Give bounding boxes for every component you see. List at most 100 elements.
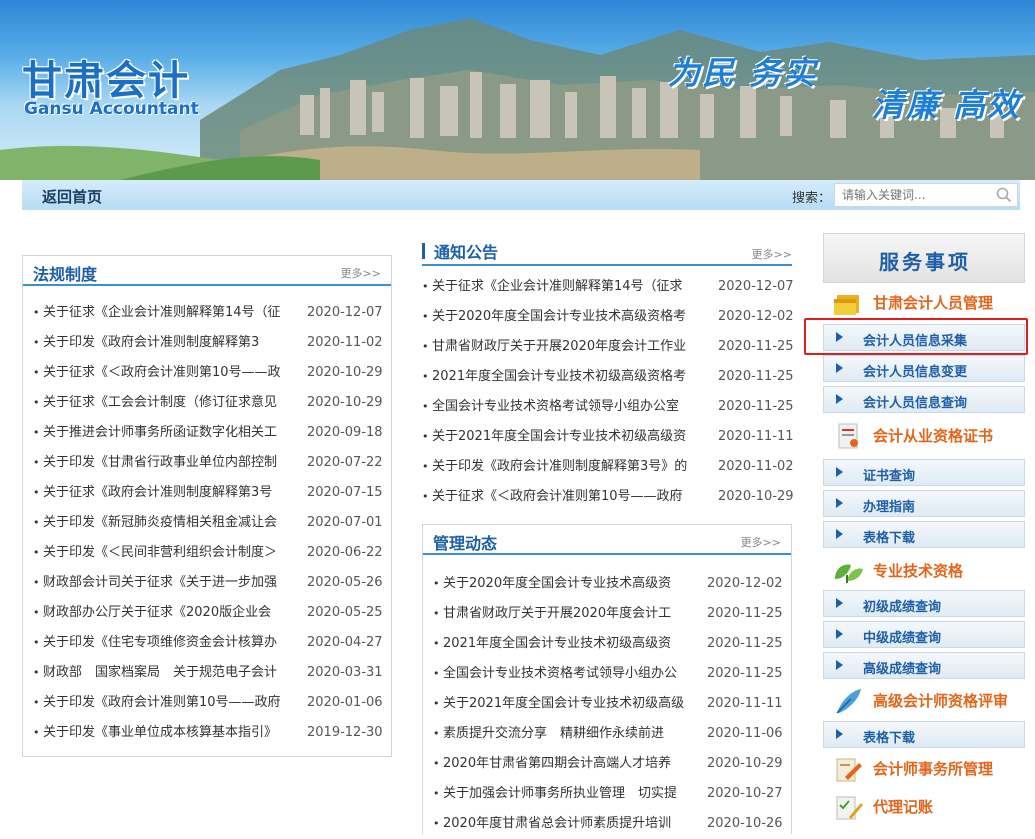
list-item-title[interactable]: 关于征求《＜政府会计准则第10号——政府 — [432, 482, 702, 512]
list-item[interactable]: • 关于征求《企业会计准则解释第14号（征 2020-12-07 — [23, 298, 391, 328]
list-item[interactable]: • 关于印发《＜民间非营利组织会计制度＞ 2020-06-22 — [23, 538, 391, 568]
service-certificate-query[interactable]: 证书查询 — [823, 459, 1025, 486]
list-item[interactable]: • 关于征求《＜政府会计准则第10号——政 2020-10-29 — [23, 358, 391, 388]
list-item-title[interactable]: 关于征求《企业会计准则解释第14号（征求 — [432, 272, 702, 302]
list-item[interactable]: • 关于印发《住宅专项维修资金会计核算办 2020-04-27 — [23, 628, 391, 658]
home-link[interactable]: 返回首页 — [42, 186, 102, 207]
list-item-title[interactable]: 素质提升交流分享 精耕细作永续前进 — [443, 719, 701, 749]
management-header: 管理动态 更多>> — [423, 525, 791, 555]
list-item-title[interactable]: 关于印发《新冠肺炎疫情相关租金减让会 — [43, 508, 303, 538]
list-item-title[interactable]: 关于加强会计师事务所执业管理 切实提 — [443, 779, 701, 809]
list-item[interactable]: • 关于征求《＜政府会计准则第10号——政府 2020-10-29 — [412, 482, 798, 512]
list-item[interactable]: • 关于印发《甘肃省行政事业单位内部控制 2020-07-22 — [23, 448, 391, 478]
list-item[interactable]: • 关于印发《政府会计准则制度解释第3号》的 2020-11-02 — [412, 452, 798, 482]
list-item[interactable]: • 关于加强会计师事务所执业管理 切实提 2020-10-27 — [423, 779, 791, 809]
list-item[interactable]: • 2021年度全国会计专业技术初级高级资 2020-11-25 — [423, 629, 791, 659]
list-item-title[interactable]: 关于推进会计师事务所函证数字化相关工 — [43, 418, 303, 448]
list-item[interactable]: • 关于2021年度全国会计专业技术初级高级 2020-11-11 — [423, 689, 791, 719]
bullet-dot-icon: • — [33, 726, 40, 739]
list-item-title[interactable]: 财政部办公厅关于征求《2020版企业会 — [43, 598, 303, 628]
list-item-date: 2020-11-02 — [307, 335, 383, 350]
bullet-dot-icon: • — [422, 490, 429, 503]
list-item[interactable]: • 关于推进会计师事务所函证数字化相关工 2020-09-18 — [23, 418, 391, 448]
service-junior-score[interactable]: 初级成绩查询 — [823, 590, 1025, 617]
list-item-title[interactable]: 全国会计专业技术资格考试领导小组办公室 — [432, 392, 702, 422]
list-item-title[interactable]: 2020年度甘肃省总会计师素质提升培训 — [443, 809, 701, 839]
service-label: 会计人员信息查询 — [863, 396, 968, 411]
list-item[interactable]: • 甘肃省财政厅关于开展2020年度会计工作业 2020-11-25 — [412, 332, 798, 362]
bullet-dot-icon: • — [422, 280, 429, 293]
bullet-dot-icon: • — [33, 426, 40, 439]
category-accounting-firm-management[interactable]: 会计师事务所管理 — [823, 753, 1025, 785]
list-item-title[interactable]: 关于印发《政府会计准则第10号——政府 — [43, 688, 303, 718]
category-accountant-management[interactable]: 甘肃会计人员管理 — [823, 287, 1025, 319]
list-item[interactable]: • 关于2020年度全国会计专业技术高级资格考 2020-12-02 — [412, 302, 798, 332]
service-senior-form-download[interactable]: 表格下载 — [823, 721, 1025, 748]
category-professional-qualification[interactable]: 专业技术资格 — [823, 555, 1025, 587]
list-item[interactable]: • 关于征求《工会会计制度（修订征求意见 2020-10-29 — [23, 388, 391, 418]
list-item[interactable]: • 素质提升交流分享 精耕细作永续前进 2020-11-06 — [423, 719, 791, 749]
service-senior-score[interactable]: 高级成绩查询 — [823, 652, 1025, 679]
service-info-change[interactable]: 会计人员信息变更 — [823, 355, 1025, 382]
list-item-title[interactable]: 财政部 国家档案局 关于规范电子会计 — [43, 658, 303, 688]
list-item[interactable]: • 2021年度全国会计专业技术初级高级资格考 2020-11-25 — [412, 362, 798, 392]
list-item-title[interactable]: 关于印发《政府会计准则制度解释第3 — [43, 328, 303, 358]
service-intermediate-score[interactable]: 中级成绩查询 — [823, 621, 1025, 648]
bullet-dot-icon: • — [422, 430, 429, 443]
list-item-title[interactable]: 关于印发《住宅专项维修资金会计核算办 — [43, 628, 303, 658]
list-item[interactable]: • 关于2021年度全国会计专业技术初级高级资 2020-11-11 — [412, 422, 798, 452]
list-item[interactable]: • 关于征求《企业会计准则解释第14号（征求 2020-12-07 — [412, 272, 798, 302]
list-item-title[interactable]: 2020年甘肃省第四期会计高端人才培养 — [443, 749, 701, 779]
service-form-download[interactable]: 表格下载 — [823, 521, 1025, 548]
list-item-title[interactable]: 关于征求《企业会计准则解释第14号（征 — [43, 298, 303, 328]
list-item[interactable]: • 财政部办公厅关于征求《2020版企业会 2020-05-25 — [23, 598, 391, 628]
management-list: • 关于2020年度全国会计专业技术高级资 2020-12-02 • 甘肃省财政厅关于开… — [423, 569, 791, 839]
regulations-more-link[interactable]: 更多>> — [341, 265, 381, 281]
list-item-title[interactable]: 关于印发《政府会计准则制度解释第3号》的 — [432, 452, 702, 482]
list-item-title[interactable]: 关于征求《＜政府会计准则第10号——政 — [43, 358, 303, 388]
list-item[interactable]: • 关于印发《事业单位成本核算基本指引》 2019-12-30 — [23, 718, 391, 748]
category-qualification-certificate[interactable]: 会计从业资格证书 — [823, 420, 1025, 452]
service-label: 表格下载 — [863, 531, 916, 546]
list-item-title[interactable]: 甘肃省财政厅关于开展2020年度会计工 — [443, 599, 701, 629]
list-item-title[interactable]: 关于2021年度全国会计专业技术初级高级资 — [432, 422, 702, 452]
bullet-dot-icon: • — [422, 370, 429, 383]
list-item-title[interactable]: 2021年度全国会计专业技术初级高级资 — [443, 629, 701, 659]
management-more-link[interactable]: 更多>> — [741, 534, 781, 550]
search-input[interactable] — [835, 184, 990, 206]
service-guide[interactable]: 办理指南 — [823, 490, 1025, 517]
list-item-title[interactable]: 关于2020年度全国会计专业技术高级资 — [443, 569, 701, 599]
list-item-title[interactable]: 关于征求《政府会计准则制度解释第3号 — [43, 478, 303, 508]
category-senior-accountant-review[interactable]: 高级会计师资格评审 — [823, 685, 1025, 717]
list-item-title[interactable]: 甘肃省财政厅关于开展2020年度会计工作业 — [432, 332, 702, 362]
list-item[interactable]: • 财政部会计司关于征求《关于进一步加强 2020-05-26 — [23, 568, 391, 598]
list-item[interactable]: • 2020年度甘肃省总会计师素质提升培训 2020-10-26 — [423, 809, 791, 839]
search-icon[interactable] — [996, 187, 1012, 207]
list-item-title[interactable]: 关于2020年度全国会计专业技术高级资格考 — [432, 302, 702, 332]
list-item-title[interactable]: 财政部会计司关于征求《关于进一步加强 — [43, 568, 303, 598]
list-item-title[interactable]: 全国会计专业技术资格考试领导小组办公 — [443, 659, 701, 689]
list-item-title[interactable]: 关于2021年度全国会计专业技术初级高级 — [443, 689, 701, 719]
list-item[interactable]: • 全国会计专业技术资格考试领导小组办公 2020-11-25 — [423, 659, 791, 689]
notices-more-link[interactable]: 更多>> — [752, 246, 792, 262]
list-item[interactable]: • 关于征求《政府会计准则制度解释第3号 2020-07-15 — [23, 478, 391, 508]
list-item-title[interactable]: 关于印发《＜民间非营利组织会计制度＞ — [43, 538, 303, 568]
list-item[interactable]: • 甘肃省财政厅关于开展2020年度会计工 2020-11-25 — [423, 599, 791, 629]
list-item-title[interactable]: 2021年度全国会计专业技术初级高级资格考 — [432, 362, 702, 392]
leaf-icon — [835, 564, 863, 583]
list-item-title[interactable]: 关于征求《工会会计制度（修订征求意见 — [43, 388, 303, 418]
list-item[interactable]: • 关于印发《新冠肺炎疫情相关租金减让会 2020-07-01 — [23, 508, 391, 538]
bullet-dot-icon: • — [422, 460, 429, 473]
list-item-title[interactable]: 关于印发《甘肃省行政事业单位内部控制 — [43, 448, 303, 478]
list-item[interactable]: • 2020年甘肃省第四期会计高端人才培养 2020-10-29 — [423, 749, 791, 779]
list-item[interactable]: • 财政部 国家档案局 关于规范电子会计 2020-03-31 — [23, 658, 391, 688]
list-item-title[interactable]: 关于印发《事业单位成本核算基本指引》 — [43, 718, 303, 748]
list-item[interactable]: • 全国会计专业技术资格考试领导小组办公室 2020-11-25 — [412, 392, 798, 422]
nav-bar: 返回首页 搜索： — [22, 180, 1020, 210]
list-item[interactable]: • 关于印发《政府会计准则制度解释第3 2020-11-02 — [23, 328, 391, 358]
list-item[interactable]: • 关于印发《政府会计准则第10号——政府 2020-01-06 — [23, 688, 391, 718]
category-agency-bookkeeping[interactable]: 代理记账 — [823, 791, 1025, 823]
service-info-query[interactable]: 会计人员信息查询 — [823, 386, 1025, 413]
list-item[interactable]: • 关于2020年度全国会计专业技术高级资 2020-12-02 — [423, 569, 791, 599]
quill-pen-icon — [836, 689, 861, 714]
